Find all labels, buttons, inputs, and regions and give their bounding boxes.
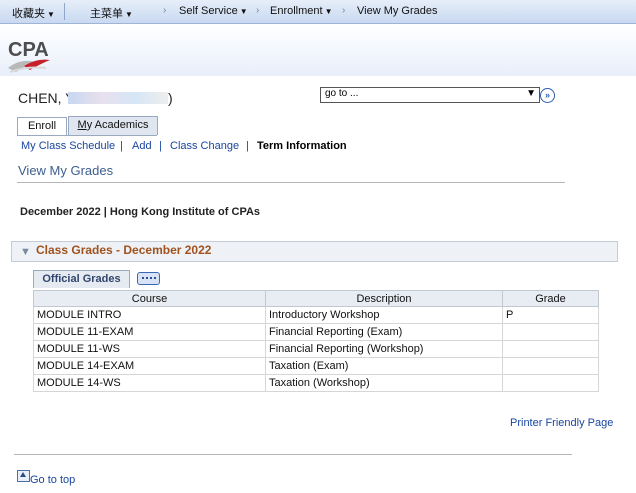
student-name: CHEN, Y ) <box>18 90 173 106</box>
goto-button[interactable]: » <box>540 88 555 103</box>
table-row: MODULE INTRO Introductory Workshop P <box>33 306 599 324</box>
enrollment-label: Enrollment <box>270 5 323 17</box>
subnav-separator: | <box>246 140 249 152</box>
subnav-separator: | <box>159 140 162 152</box>
grades-table: Course Description Grade MODULE INTRO In… <box>33 290 599 392</box>
main-menu[interactable]: 主菜单 ▼ <box>90 5 133 21</box>
tab-my-academics-label: y Academics <box>86 119 149 131</box>
chevron-down-icon: ▼ <box>324 7 333 16</box>
table-row: MODULE 14-WS Taxation (Workshop) <box>33 374 599 392</box>
chevron-down-icon: ▼ <box>125 10 133 19</box>
description-cell: Financial Reporting (Exam) <box>265 323 503 341</box>
self-service-menu[interactable]: Self Service ▼ <box>179 5 248 17</box>
course-cell: MODULE 11-EXAM <box>33 323 266 341</box>
goto-selected-value: go to ... <box>325 88 359 99</box>
breadcrumb-arrow-icon: › <box>163 5 167 16</box>
link-add[interactable]: Add <box>132 140 152 152</box>
divider <box>14 454 572 455</box>
class-grades-title: Class Grades - December 2022 <box>36 243 212 257</box>
nav-divider <box>64 3 65 20</box>
chevron-down-icon: ▼ <box>47 10 55 19</box>
redacted-name <box>68 92 168 104</box>
my-class-schedule-label: My Class Schedule <box>21 140 116 152</box>
student-name-tail: ) <box>168 90 173 106</box>
description-cell: Introductory Workshop <box>265 306 503 324</box>
breadcrumb-arrow-icon: › <box>256 5 260 16</box>
chevron-down-icon: ▼ <box>526 88 536 99</box>
table-row: MODULE 11-EXAM Financial Reporting (Exam… <box>33 323 599 341</box>
grade-cell <box>502 357 599 375</box>
column-header-description[interactable]: Description <box>265 290 503 307</box>
course-cell: MODULE 14-WS <box>33 374 266 392</box>
class-change-label: Class Change <box>170 140 240 152</box>
grades-table-header: Course Description Grade <box>33 290 599 307</box>
add-label: Add <box>132 140 152 152</box>
collapse-triangle-icon[interactable]: ▼ <box>20 246 31 258</box>
grade-cell: P <box>502 306 599 324</box>
goto-dropdown[interactable]: go to ... ▼ <box>320 87 540 103</box>
tab-my-academics[interactable]: My Academics <box>68 116 158 135</box>
description-cell: Taxation (Workshop) <box>265 374 503 392</box>
header-banner: CPA <box>0 24 636 76</box>
class-grades-header[interactable]: ▼ Class Grades - December 2022 <box>11 241 618 262</box>
divider <box>17 182 565 183</box>
printer-friendly-link[interactable]: Printer Friendly Page <box>510 417 613 429</box>
page-title: View My Grades <box>18 163 114 178</box>
go-to-top-icon[interactable] <box>17 470 30 482</box>
course-cell: MODULE INTRO <box>33 306 266 324</box>
column-header-grade[interactable]: Grade <box>502 290 599 307</box>
breadcrumb-arrow-icon: › <box>342 5 346 16</box>
tab-my-academics-accesskey: M <box>77 119 87 131</box>
tab-official-grades[interactable]: Official Grades <box>33 270 130 288</box>
link-my-class-schedule[interactable]: My Class Schedule <box>21 140 115 152</box>
column-header-course[interactable]: Course <box>33 290 266 307</box>
tab-underline <box>17 135 157 136</box>
favorites-label: 收藏夹 <box>12 8 45 20</box>
subnav-term-information: Term Information <box>257 140 347 152</box>
table-row: MODULE 11-WS Financial Reporting (Worksh… <box>33 340 599 358</box>
top-nav-bar: 收藏夹 ▼ 主菜单 ▼ › Self Service ▼ › Enrollment ▼ … <box>0 0 636 24</box>
main-menu-label: 主菜单 <box>90 8 123 20</box>
favorites-menu[interactable]: 收藏夹 ▼ <box>12 5 55 21</box>
tab-enroll-label: Enroll <box>27 120 57 132</box>
description-cell: Financial Reporting (Workshop) <box>265 340 503 358</box>
tab-enroll[interactable]: Enroll <box>17 117 67 135</box>
show-all-columns-icon[interactable] <box>137 272 160 285</box>
logo-swoosh-icon <box>8 59 50 73</box>
subnav-separator: | <box>120 140 123 152</box>
link-class-change[interactable]: Class Change <box>170 140 239 152</box>
term-label: December 2022 | Hong Kong Institute of C… <box>20 206 261 218</box>
self-service-label: Self Service <box>179 5 238 17</box>
description-cell: Taxation (Exam) <box>265 357 503 375</box>
table-row: MODULE 14-EXAM Taxation (Exam) <box>33 357 599 375</box>
enrollment-menu[interactable]: Enrollment ▼ <box>270 5 333 17</box>
course-cell: MODULE 14-EXAM <box>33 357 266 375</box>
grade-cell <box>502 374 599 392</box>
grade-cell <box>502 323 599 341</box>
grade-cell <box>502 340 599 358</box>
course-cell: MODULE 11-WS <box>33 340 266 358</box>
chevron-down-icon: ▼ <box>239 7 248 16</box>
breadcrumb-current[interactable]: View My Grades <box>357 5 438 17</box>
go-to-top-link[interactable]: Go to top <box>30 474 75 486</box>
student-name-text: CHEN, Y <box>18 90 75 106</box>
